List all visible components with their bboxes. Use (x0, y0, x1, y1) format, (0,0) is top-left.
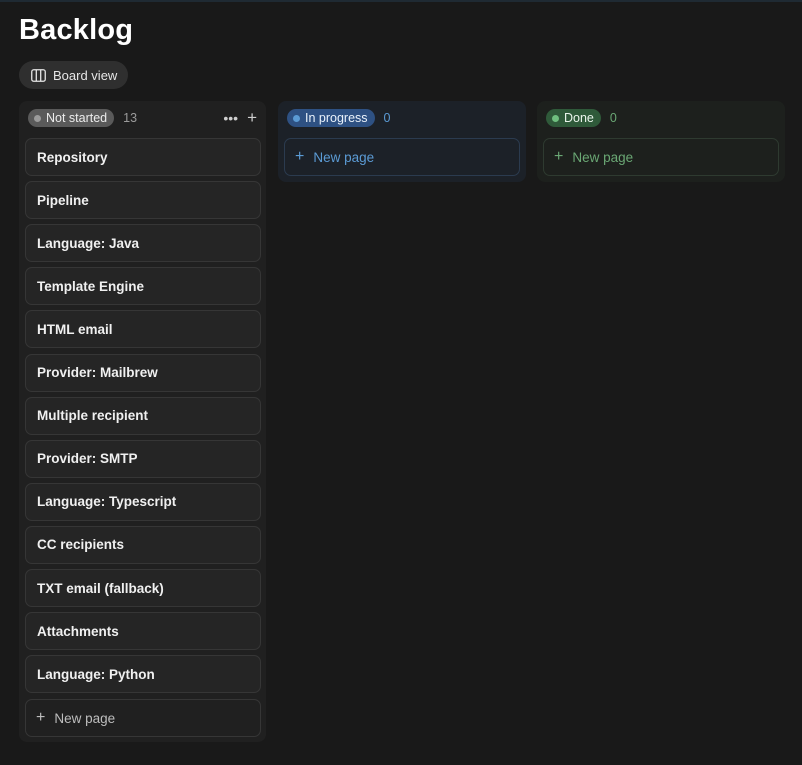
status-pill-not-started[interactable]: Not started (28, 109, 115, 127)
plus-icon[interactable]: + (247, 109, 257, 126)
board-card[interactable]: TXT email (fallback) (25, 569, 261, 607)
plus-icon: + (554, 148, 564, 165)
board-card[interactable]: Repository (25, 138, 261, 176)
board-card[interactable]: Multiple recipient (25, 396, 261, 435)
new-page-button-done[interactable]: + New page (543, 138, 779, 176)
new-page-label: New page (54, 710, 116, 726)
board-card[interactable]: Template Engine (25, 267, 261, 306)
new-page-button-in-progress[interactable]: + New page (284, 138, 520, 176)
board-card[interactable]: Attachments (25, 612, 261, 651)
column-header-not-started: Not started 13 ••• + (28, 109, 257, 127)
status-dot-icon (34, 114, 41, 122)
column-header-done: Done 0 (546, 109, 776, 127)
page-title: Backlog (19, 14, 134, 46)
status-pill-done[interactable]: Done (546, 109, 601, 127)
board-card[interactable]: Provider: SMTP (25, 439, 261, 478)
status-label: Done (564, 111, 594, 125)
column-not-started: Not started 13 ••• + Repository Pipeline L… (19, 101, 266, 742)
plus-icon: + (36, 709, 46, 726)
board-card[interactable]: Language: Java (25, 224, 261, 263)
column-count: 0 (609, 111, 617, 125)
column-header-in-progress: In progress 0 (287, 109, 517, 127)
new-page-label: New page (572, 149, 634, 165)
board-card[interactable]: Provider: Mailbrew (25, 353, 261, 392)
board-view-icon (31, 68, 46, 82)
board-card[interactable]: CC recipients (25, 525, 261, 564)
column-in-progress: In progress 0 + New page (278, 101, 526, 182)
board-card[interactable]: HTML email (25, 310, 261, 349)
board-card[interactable]: Pipeline (25, 181, 261, 220)
column-count: 13 (123, 111, 138, 125)
status-dot-icon (293, 114, 300, 122)
status-label: Not started (46, 111, 108, 125)
board-view-button[interactable]: Board view (19, 61, 129, 89)
board-card[interactable]: Language: Typescript (25, 482, 261, 521)
top-border (0, 0, 802, 2)
plus-icon: + (295, 148, 305, 165)
column-count: 0 (383, 111, 391, 125)
new-page-label: New page (313, 149, 375, 165)
board-view-label: Board view (53, 67, 118, 83)
new-page-button-not-started[interactable]: + New page (25, 699, 261, 737)
status-pill-in-progress[interactable]: In progress (287, 109, 375, 127)
board-card[interactable]: Language: Python (25, 655, 261, 694)
status-dot-icon (552, 114, 559, 122)
status-label: In progress (305, 111, 368, 125)
column-done: Done 0 + New page (537, 101, 785, 182)
ellipsis-icon[interactable]: ••• (223, 111, 238, 125)
